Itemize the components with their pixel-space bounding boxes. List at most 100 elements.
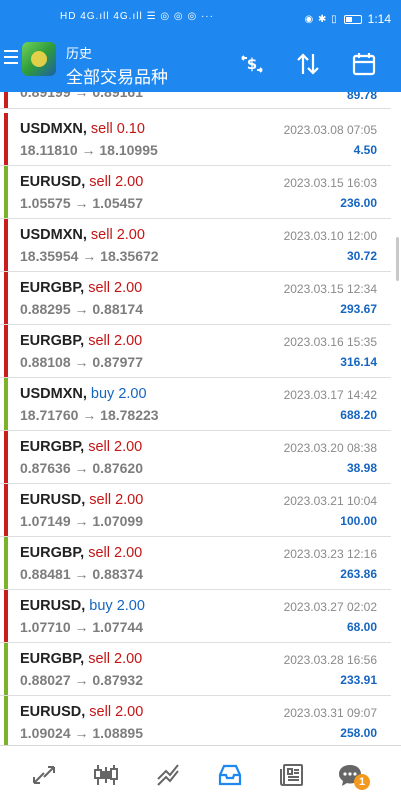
messages-icon[interactable]: 1 xyxy=(330,758,370,792)
trade-symbol-line: USDMXN, sell 2.00 xyxy=(20,227,145,243)
status-left-icons: HD 4G.ıll 4G.ıll ☰ ◎ ◎ ◎ ··· xyxy=(60,11,214,22)
result-bar xyxy=(4,590,8,642)
status-time: 1:14 xyxy=(367,12,391,26)
trade-row[interactable]: EURGBP, sell 2.00 0.88108 → 0.87977 2023.0… xyxy=(0,325,391,378)
trade-time: 2023.03.10 12:00 xyxy=(283,229,377,243)
trade-symbol-line: EURGBP, sell 2.00 xyxy=(20,333,142,349)
trade-time: 2023.03.20 08:38 xyxy=(283,441,377,455)
trade-profit: 236.00 xyxy=(340,196,377,210)
quotes-icon[interactable] xyxy=(24,758,64,792)
news-icon[interactable] xyxy=(272,758,312,792)
trade-symbol: EURUSD, xyxy=(20,174,86,190)
trade-time: 2023.03.16 15:35 xyxy=(283,335,377,349)
scrollbar[interactable] xyxy=(391,92,401,745)
trade-symbol: EURGBP, xyxy=(20,280,85,296)
symbol-filter[interactable]: 全部交易品种 xyxy=(66,63,168,88)
trade-profit: 89.78 xyxy=(346,92,377,102)
svg-text:$: $ xyxy=(247,55,257,73)
signal-icon: HD 4G.ıll 4G.ıll xyxy=(60,11,143,22)
result-bar xyxy=(4,537,8,589)
trade-symbol-line: EURUSD, sell 2.00 xyxy=(20,492,143,508)
trade-profit: 233.91 xyxy=(340,673,377,687)
trade-row[interactable]: EURUSD, sell 2.00 1.05575 → 1.05457 2023.0… xyxy=(0,166,391,219)
trade-row[interactable]: EURUSD, sell 2.00 1.07149 → 1.07099 2023.0… xyxy=(0,484,391,537)
trade-symbol: EURUSD, xyxy=(20,598,86,614)
messages-badge: 1 xyxy=(354,774,370,790)
trade-symbol: EURGBP, xyxy=(20,651,85,667)
trade-side-volume: sell 2.00 xyxy=(90,227,145,243)
trade-profit: 38.98 xyxy=(346,461,377,475)
trade-time: 2023.03.28 16:56 xyxy=(283,653,377,667)
result-bar xyxy=(4,643,8,695)
trade-prices: 0.88481 → 0.88374 xyxy=(20,566,143,582)
result-bar xyxy=(4,92,8,108)
trade-side-volume: sell 2.00 xyxy=(88,651,143,667)
menu-icon[interactable] xyxy=(4,50,18,66)
calendar-icon[interactable] xyxy=(348,48,380,80)
trade-symbol-line: EURGBP, sell 2.00 xyxy=(20,439,142,455)
bottom-navigation: 1 xyxy=(0,745,401,803)
trade-side-volume: sell 2.00 xyxy=(89,174,144,190)
trade-prices: 0.87636 → 0.87620 xyxy=(20,460,143,476)
trade-prices: 1.07149 → 1.07099 xyxy=(20,513,143,529)
trade-profit: 68.00 xyxy=(346,620,377,634)
result-bar xyxy=(4,484,8,536)
history-icon[interactable] xyxy=(210,758,250,792)
trade-prices: 1.05575 → 1.05457 xyxy=(20,195,143,211)
trade-prices: 1.07710 → 1.07744 xyxy=(20,619,143,635)
trade-history-list[interactable]: 0.89199 → 0.89161 89.78 USDMXN, sell 0.1… xyxy=(0,92,391,745)
trade-side-volume: sell 2.00 xyxy=(89,492,144,508)
trade-side-volume: sell 0.10 xyxy=(90,121,145,137)
trade-symbol: EURGBP, xyxy=(20,333,85,349)
trade-symbol-line: EURGBP, sell 2.00 xyxy=(20,280,142,296)
trade-time: 2023.03.23 12:16 xyxy=(283,547,377,561)
result-bar xyxy=(4,378,8,430)
result-bar xyxy=(4,431,8,483)
trade-symbol: USDMXN, xyxy=(20,227,87,243)
sort-icon[interactable] xyxy=(292,48,324,80)
trade-row[interactable]: EURUSD, buy 2.00 1.07710 → 1.07744 2023.03… xyxy=(0,590,391,643)
trade-row[interactable]: USDMXN, buy 2.00 18.71760 → 18.78223 2023.… xyxy=(0,378,391,431)
trade-symbol: USDMXN, xyxy=(20,121,87,137)
trade-symbol: EURUSD, xyxy=(20,704,86,720)
trade-row[interactable]: EURUSD, sell 2.00 1.09024 → 1.08895 2023.0… xyxy=(0,696,391,745)
trade-time: 2023.03.31 09:07 xyxy=(283,706,377,720)
trade-side-volume: buy 2.00 xyxy=(89,598,145,614)
trade-symbol-line: USDMXN, sell 0.10 xyxy=(20,121,145,137)
trade-icon[interactable] xyxy=(148,758,188,792)
trade-row[interactable]: EURGBP, sell 2.00 0.88295 → 0.88174 2023.0… xyxy=(0,272,391,325)
trade-row[interactable]: EURGBP, sell 2.00 0.88481 → 0.88374 2023.0… xyxy=(0,537,391,590)
trade-time: 2023.03.15 12:34 xyxy=(283,282,377,296)
app-toolbar: 历史 全部交易品种 $ xyxy=(0,36,401,92)
trade-row[interactable]: USDMXN, sell 2.00 18.35954 → 18.35672 2023… xyxy=(0,219,391,272)
trade-time: 2023.03.17 14:42 xyxy=(283,388,377,402)
trade-symbol-line: EURUSD, sell 2.00 xyxy=(20,174,143,190)
result-bar xyxy=(4,113,8,165)
trade-row-partial[interactable]: 0.89199 → 0.89161 89.78 xyxy=(0,92,391,109)
result-bar xyxy=(4,325,8,377)
result-bar xyxy=(4,219,8,271)
trade-symbol: EURGBP, xyxy=(20,545,85,561)
trade-prices: 18.71760 → 18.78223 xyxy=(20,407,159,423)
trade-symbol: EURGBP, xyxy=(20,439,85,455)
trade-row[interactable]: EURGBP, sell 2.00 0.87636 → 0.87620 2023.0… xyxy=(0,431,391,484)
trade-row[interactable]: EURGBP, sell 2.00 0.88027 → 0.87932 2023.0… xyxy=(0,643,391,696)
trade-symbol-line: USDMXN, buy 2.00 xyxy=(20,386,147,402)
result-bar xyxy=(4,166,8,218)
trade-row[interactable]: USDMXN, sell 0.10 18.11810 → 18.10995 2023… xyxy=(0,113,391,166)
trade-profit: 258.00 xyxy=(340,726,377,740)
trade-prices: 18.11810 → 18.10995 xyxy=(20,142,158,158)
page-title: 历史 xyxy=(66,47,93,62)
trade-prices: 0.88027 → 0.87932 xyxy=(20,672,143,688)
result-bar xyxy=(4,272,8,324)
currency-exchange-icon[interactable]: $ xyxy=(236,48,268,80)
trade-profit: 293.67 xyxy=(340,302,377,316)
trade-symbol-line: EURGBP, sell 2.00 xyxy=(20,545,142,561)
chart-icon[interactable] xyxy=(86,758,126,792)
trade-symbol-line: EURUSD, sell 2.00 xyxy=(20,704,143,720)
trade-side-volume: sell 2.00 xyxy=(89,704,144,720)
eye-bluetooth-vibrate-icons: ◉ ✱ ▯ xyxy=(304,13,338,25)
trade-side-volume: buy 2.00 xyxy=(90,386,147,402)
scroll-thumb[interactable] xyxy=(396,237,399,281)
trade-profit: 4.50 xyxy=(353,143,377,157)
